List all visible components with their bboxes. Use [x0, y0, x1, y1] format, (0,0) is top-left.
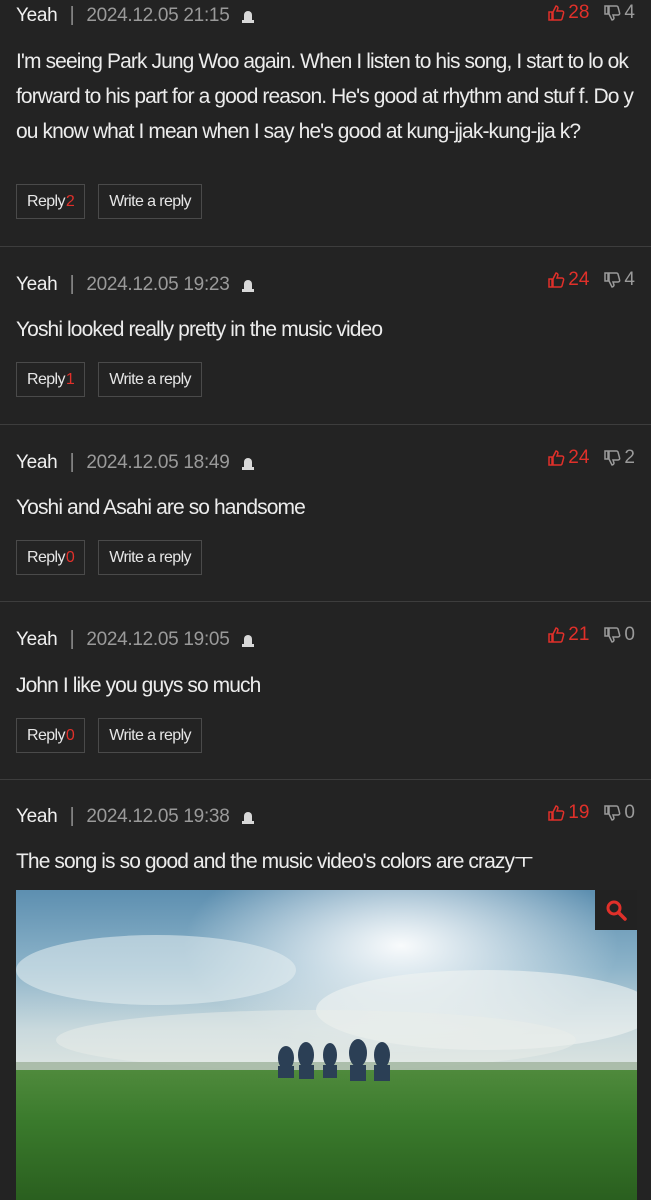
- comment-meta: Yeah | 2024.12.05 19:05: [16, 628, 256, 651]
- comment-meta: Yeah | 2024.12.05 21:15: [16, 4, 256, 27]
- magnifier-icon: [606, 900, 627, 921]
- vote-area: 28 4: [547, 2, 635, 24]
- comment-item: Yeah | 2024.12.05 18:49 24 2 Yoshi and A…: [0, 425, 651, 602]
- comment-actions: Reply 0 Write a reply: [16, 540, 202, 575]
- author-name[interactable]: Yeah: [16, 5, 58, 27]
- write-reply-label: Write a reply: [109, 192, 191, 210]
- reply-button[interactable]: Reply 1: [16, 362, 86, 397]
- report-icon[interactable]: [240, 277, 256, 293]
- vote-area: 24 2: [547, 447, 635, 469]
- write-reply-button[interactable]: Write a reply: [98, 184, 202, 219]
- reply-button[interactable]: Reply 0: [16, 718, 86, 753]
- meta-separator: |: [69, 628, 75, 650]
- thumbs-down-icon: [604, 627, 621, 643]
- field-sky-scene: [16, 890, 637, 1200]
- report-icon[interactable]: [240, 455, 256, 471]
- comment-text: I'm seeing Park Jung Woo again. When I l…: [16, 50, 634, 143]
- like-count: 21: [568, 624, 590, 645]
- dislike-count: 0: [624, 624, 635, 645]
- like-button[interactable]: 19: [547, 802, 589, 824]
- meta-separator: |: [69, 273, 75, 295]
- author-name[interactable]: Yeah: [16, 806, 58, 828]
- write-reply-label: Write a reply: [109, 726, 191, 744]
- dislike-count: 4: [624, 269, 635, 290]
- write-reply-button[interactable]: Write a reply: [98, 362, 202, 397]
- like-button[interactable]: 24: [547, 269, 589, 291]
- author-name[interactable]: Yeah: [16, 274, 58, 296]
- thumbs-up-icon: [548, 450, 565, 466]
- vote-area: 19 0: [547, 802, 635, 824]
- comment-actions: Reply 1 Write a reply: [16, 362, 202, 397]
- thumbs-down-icon: [604, 805, 621, 821]
- comment-text: The song is so good and the music video'…: [16, 850, 533, 873]
- write-reply-button[interactable]: Write a reply: [98, 718, 202, 753]
- comment-meta: Yeah | 2024.12.05 18:49: [16, 451, 256, 474]
- reply-count: 2: [65, 192, 75, 210]
- comment-actions: Reply 0 Write a reply: [16, 718, 202, 753]
- zoom-button[interactable]: [595, 890, 637, 930]
- comment-meta: Yeah | 2024.12.05 19:38: [16, 805, 256, 828]
- like-count: 28: [568, 2, 590, 23]
- reply-label: Reply: [27, 370, 66, 388]
- comment-date: 2024.12.05 19:38: [86, 805, 230, 827]
- comment-actions: Reply 2 Write a reply: [16, 184, 202, 219]
- reply-button[interactable]: Reply 2: [16, 184, 86, 219]
- thumbs-up-icon: [548, 272, 565, 288]
- comment-date: 2024.12.05 19:23: [86, 273, 230, 295]
- report-icon[interactable]: [240, 809, 256, 825]
- author-name[interactable]: Yeah: [16, 629, 58, 651]
- like-button[interactable]: 21: [547, 624, 589, 646]
- reply-label: Reply: [27, 192, 66, 210]
- reply-count: 0: [65, 726, 75, 744]
- comment-text: Yoshi and Asahi are so handsome: [16, 496, 306, 519]
- dislike-button[interactable]: 0: [603, 624, 635, 646]
- write-reply-label: Write a reply: [109, 548, 191, 566]
- dislike-button[interactable]: 0: [603, 802, 635, 824]
- comment-meta: Yeah | 2024.12.05 19:23: [16, 273, 256, 296]
- vote-area: 24 4: [547, 269, 635, 291]
- dislike-count: 4: [624, 2, 635, 23]
- meta-separator: |: [69, 451, 75, 473]
- like-button[interactable]: 28: [547, 2, 589, 24]
- write-reply-button[interactable]: Write a reply: [98, 540, 202, 575]
- comment-date: 2024.12.05 19:05: [86, 628, 230, 650]
- thumbs-down-icon: [604, 450, 621, 466]
- vote-area: 21 0: [547, 624, 635, 646]
- thumbs-up-icon: [548, 805, 565, 821]
- write-reply-label: Write a reply: [109, 370, 191, 388]
- meta-separator: |: [69, 4, 75, 26]
- reply-label: Reply: [27, 726, 66, 744]
- report-icon[interactable]: [240, 8, 256, 24]
- comment-text: John I like you guys so much: [16, 674, 261, 697]
- like-count: 19: [568, 802, 590, 823]
- thumbs-down-icon: [604, 5, 621, 21]
- dislike-count: 0: [624, 802, 635, 823]
- like-count: 24: [568, 269, 590, 290]
- like-button[interactable]: 24: [547, 447, 589, 469]
- comment-text: Yoshi looked really pretty in the music …: [16, 318, 383, 341]
- comment-date: 2024.12.05 18:49: [86, 451, 230, 473]
- thumbs-down-icon: [604, 272, 621, 288]
- meta-separator: |: [69, 805, 75, 827]
- like-count: 24: [568, 447, 590, 468]
- author-name[interactable]: Yeah: [16, 452, 58, 474]
- report-icon[interactable]: [240, 632, 256, 648]
- dislike-button[interactable]: 4: [603, 2, 635, 24]
- dislike-count: 2: [624, 447, 635, 468]
- comment-date: 2024.12.05 21:15: [86, 4, 230, 26]
- comment-attached-image[interactable]: [16, 890, 637, 1200]
- dislike-button[interactable]: 4: [603, 269, 635, 291]
- reply-count: 0: [65, 548, 75, 566]
- thumbs-up-icon: [548, 627, 565, 643]
- comment-item: Yeah | 2024.12.05 19:23 24 4 Yoshi looke…: [0, 247, 651, 425]
- reply-count: 1: [65, 370, 75, 388]
- reply-button[interactable]: Reply 0: [16, 540, 86, 575]
- dislike-button[interactable]: 2: [603, 447, 635, 469]
- comment-item: Yeah | 2024.12.05 19:05 21 0 John I like…: [0, 602, 651, 780]
- comment-item: Yeah | 2024.12.05 21:15 28 4 I'm seeing …: [0, 0, 651, 247]
- reply-label: Reply: [27, 548, 66, 566]
- thumbs-up-icon: [548, 5, 565, 21]
